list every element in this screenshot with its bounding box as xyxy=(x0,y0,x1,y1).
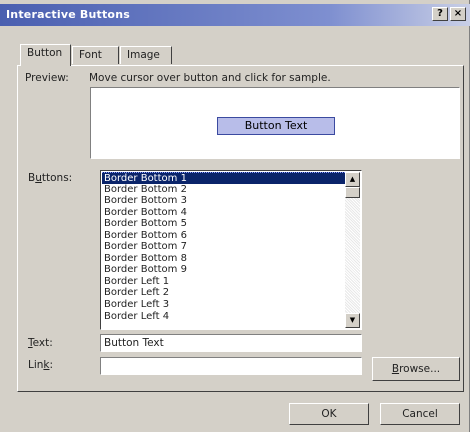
list-item[interactable]: Border Bottom 7 xyxy=(102,241,345,253)
buttons-listbox[interactable]: Border Bottom 1 Border Bottom 2 Border Bot… xyxy=(100,170,362,330)
list-item[interactable]: Border Bottom 4 xyxy=(102,207,345,219)
list-item[interactable]: Border Bottom 3 xyxy=(102,195,345,207)
tab-font[interactable]: Font xyxy=(72,46,119,64)
window-title: Interactive Buttons xyxy=(6,8,130,21)
text-label: Text: xyxy=(28,337,53,349)
list-item[interactable]: Border Bottom 9 xyxy=(102,264,345,276)
scroll-up-button[interactable]: ▲ xyxy=(345,172,360,187)
scroll-down-button[interactable]: ▼ xyxy=(345,313,360,328)
sample-button[interactable]: Button Text xyxy=(217,117,335,135)
list-item[interactable]: Border Bottom 1 xyxy=(102,172,345,184)
scroll-thumb[interactable] xyxy=(345,187,360,198)
list-item[interactable]: Border Bottom 2 xyxy=(102,184,345,196)
list-item[interactable]: Border Left 3 xyxy=(102,299,345,311)
list-item[interactable]: Border Bottom 6 xyxy=(102,230,345,242)
list-item[interactable]: Border Bottom 5 xyxy=(102,218,345,230)
title-bar[interactable]: Interactive Buttons ? × xyxy=(0,4,470,26)
text-field[interactable]: Button Text xyxy=(100,334,362,352)
list-item[interactable]: Border Left 1 xyxy=(102,276,345,288)
close-button[interactable]: × xyxy=(450,7,466,21)
list-item[interactable]: Border Left 2 xyxy=(102,287,345,299)
preview-label: Preview: xyxy=(25,72,69,84)
cancel-button[interactable]: Cancel xyxy=(380,403,460,425)
preview-instructions: Move cursor over button and click for sa… xyxy=(89,72,331,84)
list-item[interactable]: Border Left 4 xyxy=(102,311,345,323)
buttons-label: Buttons: xyxy=(28,172,73,184)
buttons-list-items: Border Bottom 1 Border Bottom 2 Border Bot… xyxy=(102,172,345,322)
list-item[interactable]: Border Bottom 8 xyxy=(102,253,345,265)
preview-area: Button Text xyxy=(90,87,460,159)
ok-button[interactable]: OK xyxy=(289,403,369,425)
browse-button[interactable]: Browse... xyxy=(372,357,460,381)
tab-image[interactable]: Image xyxy=(120,46,172,64)
list-scrollbar[interactable]: ▲ ▼ xyxy=(345,172,360,328)
link-label: Link: xyxy=(28,359,54,371)
interactive-buttons-dialog: Interactive Buttons ? × Button Font Imag… xyxy=(0,0,470,432)
help-button[interactable]: ? xyxy=(432,7,448,21)
link-field[interactable] xyxy=(100,357,362,375)
tab-button[interactable]: Button xyxy=(20,44,71,66)
